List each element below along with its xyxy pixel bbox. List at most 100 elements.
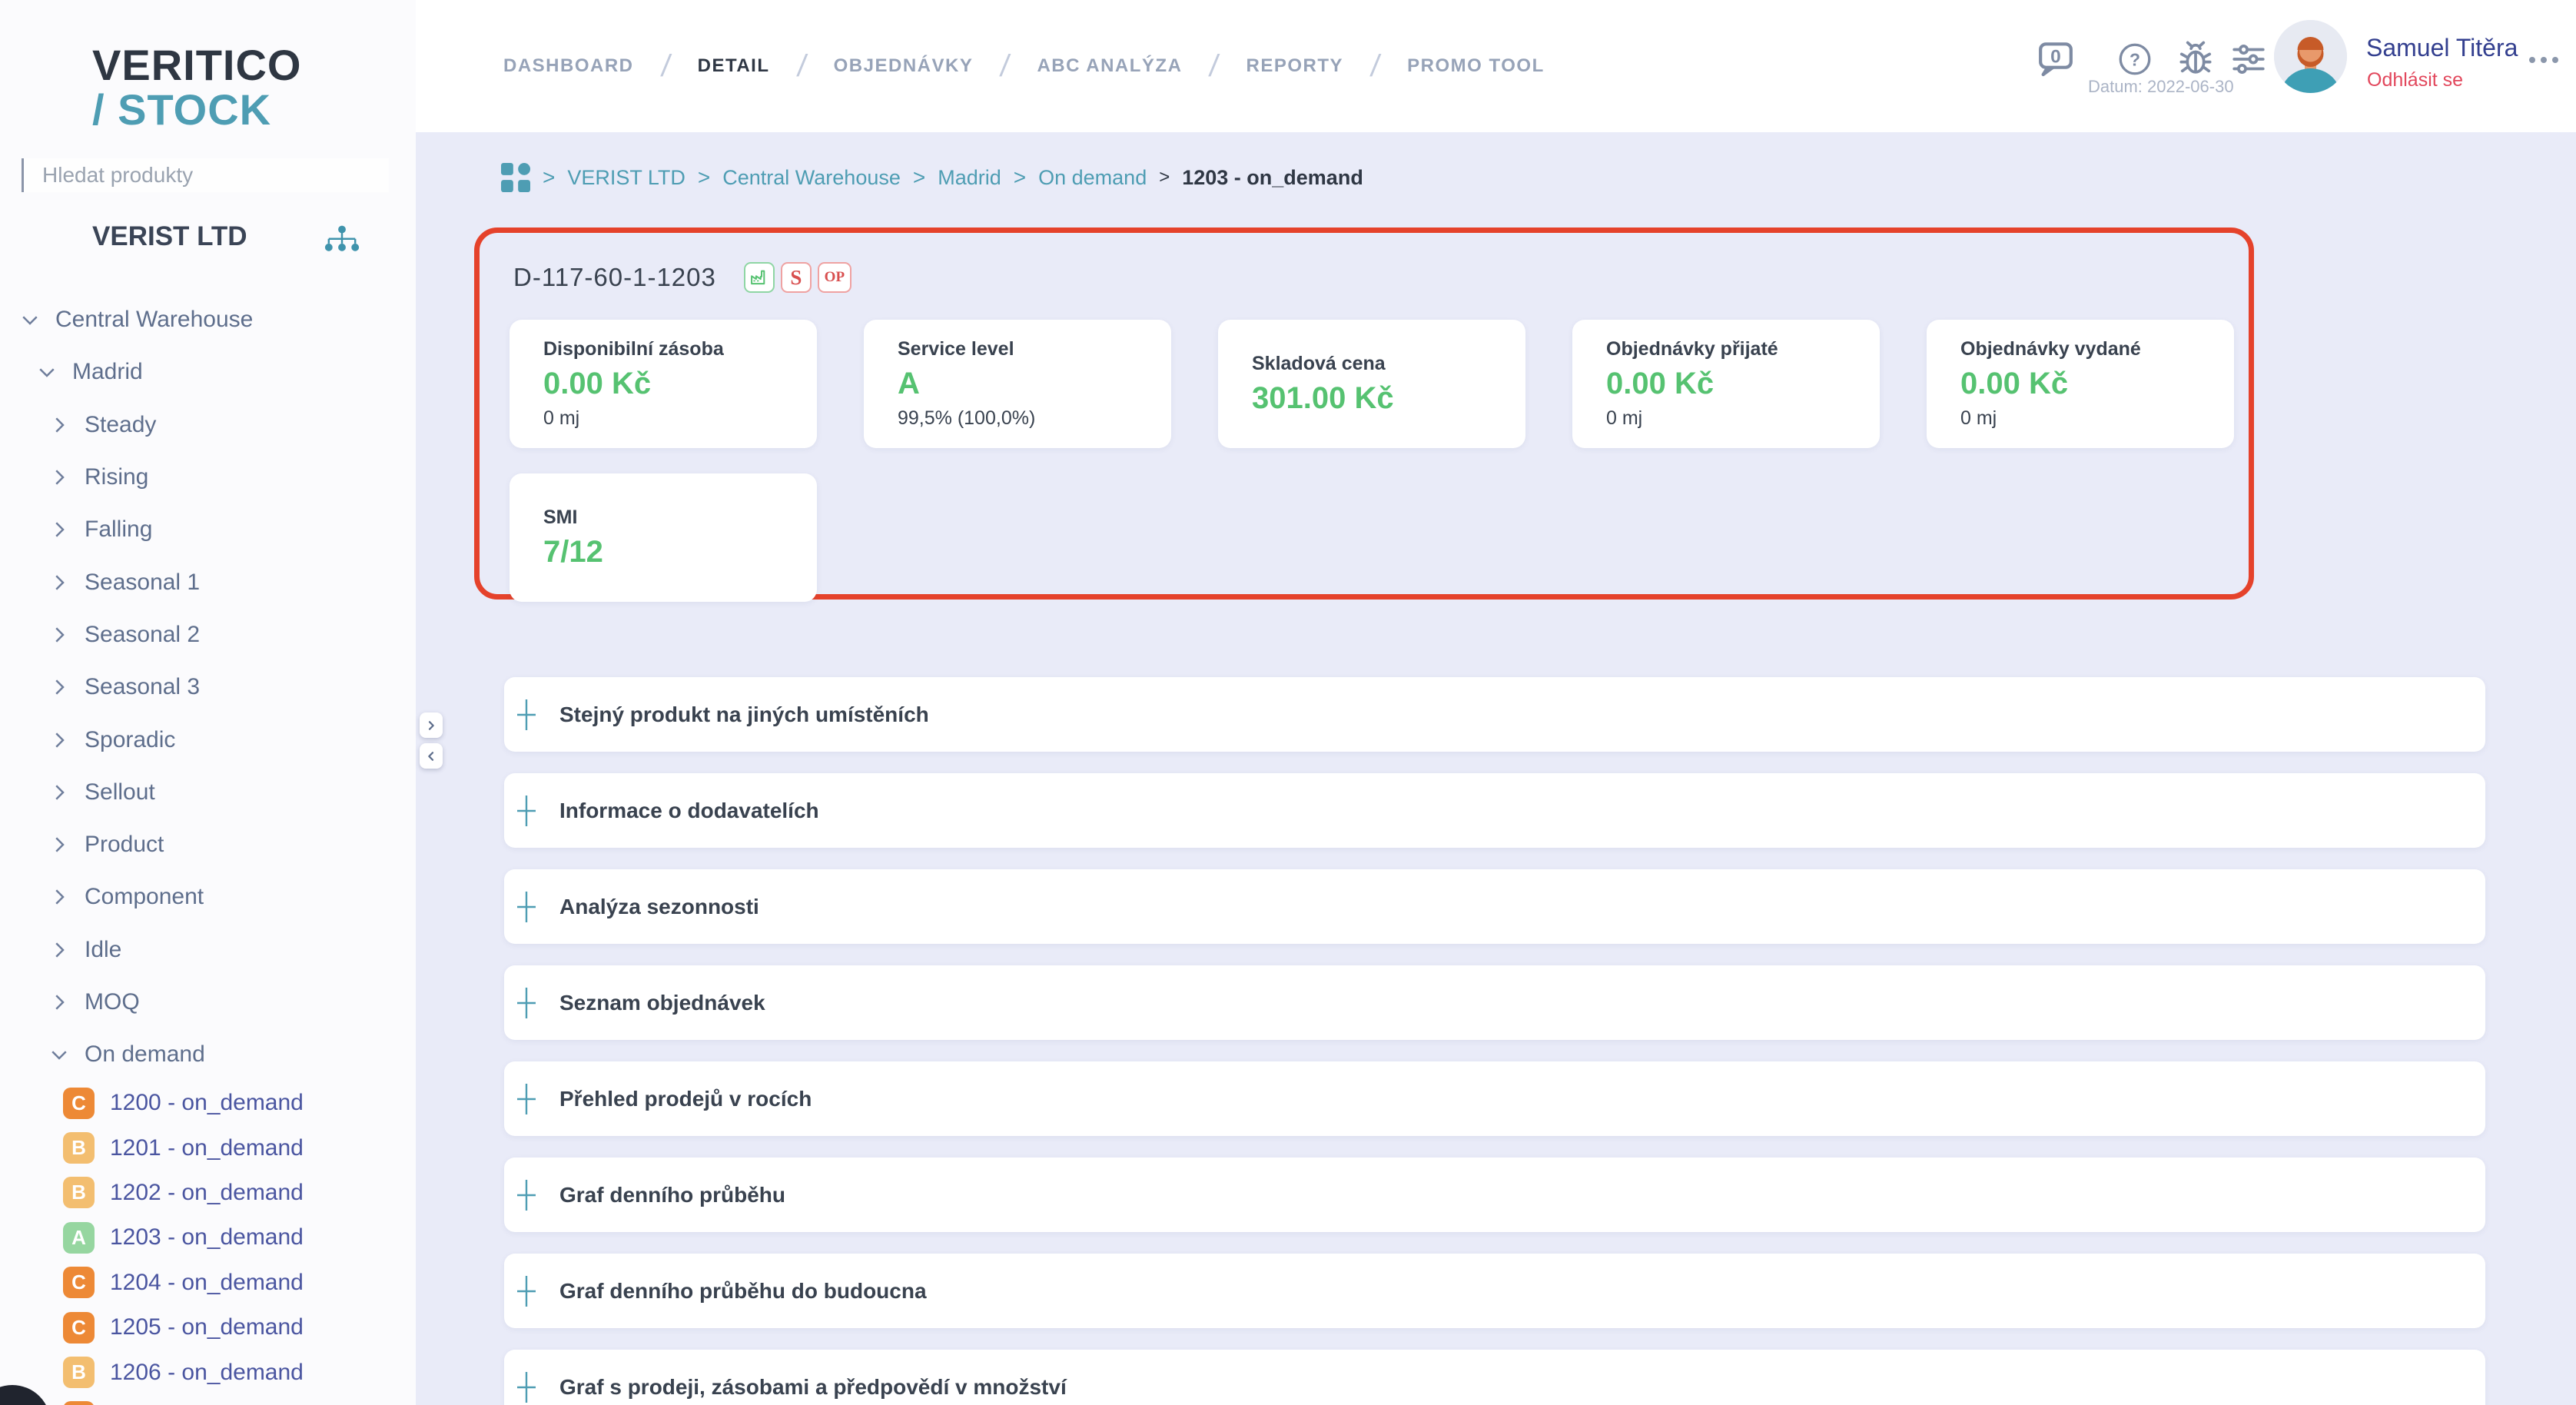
tree-item-label: Component (85, 884, 204, 910)
tree-item-sellout[interactable]: Sellout (0, 766, 416, 819)
org-hierarchy-icon[interactable] (321, 224, 363, 259)
tree-item-rising[interactable]: Rising (0, 451, 416, 503)
factory-badge-icon[interactable] (744, 262, 775, 293)
logout-link[interactable]: Odhlásit se (2367, 69, 2463, 91)
nav-divider: / (659, 49, 672, 84)
abc-grade-badge: C (63, 1267, 95, 1298)
kpi-sub: 0 mj (1606, 407, 1880, 430)
tree-item-product[interactable]: Product (0, 819, 416, 871)
section-analyza-sezonnosti[interactable]: Analýza sezonnosti (504, 869, 2485, 944)
grid-icon[interactable] (501, 163, 530, 192)
chevron-right-icon (48, 466, 71, 489)
tree-item-label: Seasonal 3 (85, 674, 200, 700)
chevron-right-icon (48, 729, 71, 752)
product-item-1204[interactable]: C 1204 - on_demand (0, 1261, 416, 1305)
tree-item-falling[interactable]: Falling (0, 503, 416, 556)
kpi-service-level: Service level A 99,5% (100,0%) (864, 320, 1171, 448)
kpi-sub: 99,5% (100,0%) (898, 407, 1171, 430)
nav-dashboard[interactable]: DASHBOARD (503, 55, 634, 77)
kpi-value: A (898, 367, 1171, 401)
kpi-objednavky-vydane: Objednávky vydané 0.00 Kč 0 mj (1927, 320, 2234, 448)
product-code: D-117-60-1-1203 (513, 263, 716, 292)
panel-expand-button[interactable] (420, 712, 443, 738)
tree-item-seasonal-3[interactable]: Seasonal 3 (0, 661, 416, 713)
tree-item-label: Idle (85, 937, 121, 963)
product-item-1203[interactable]: A 1203 - on_demand (0, 1215, 416, 1260)
kpi-value: 7/12 (543, 535, 817, 570)
nav-objednavky[interactable]: OBJEDNÁVKY (834, 55, 974, 77)
kpi-skladova-cena: Skladová cena 301.00 Kč (1218, 320, 1525, 448)
panel-collapse-button[interactable] (420, 743, 443, 769)
section-seznam-objednavek[interactable]: Seznam objednávek (504, 965, 2485, 1040)
kpi-objednavky-prijate: Objednávky přijaté 0.00 Kč 0 mj (1572, 320, 1880, 448)
tree-item-label: Sellout (85, 779, 155, 805)
section-graf-denniho-prubehu[interactable]: Graf denního průběhu (504, 1158, 2485, 1232)
sidebar: VERITICO / STOCK VERIST LTD Central Ware… (0, 0, 416, 1405)
search-input[interactable] (22, 158, 389, 192)
tree-item-label: Falling (85, 516, 152, 543)
tree-item-label: Sporadic (85, 727, 175, 753)
tree-item-on-demand[interactable]: On demand (0, 1028, 416, 1081)
tree-item-label: On demand (85, 1041, 205, 1068)
nav-reporty[interactable]: REPORTY (1247, 55, 1344, 77)
notifications-icon[interactable]: 0 (2034, 37, 2077, 84)
product-item-1207[interactable]: C 1207 - on_demand (0, 1395, 416, 1405)
filter-settings-icon[interactable] (2229, 40, 2268, 82)
section-stejny-produkt[interactable]: Stejný produkt na jiných umístěních (504, 677, 2485, 752)
kpi-label: Objednávky vydané (1960, 338, 2234, 360)
kpi-smi: SMI 7/12 (510, 473, 817, 602)
s-flag-badge[interactable]: S (781, 262, 812, 293)
app-logo: VERITICO / STOCK (92, 43, 301, 132)
tree-item-madrid[interactable]: Madrid (0, 346, 416, 398)
logo-line1: VERITICO (92, 43, 301, 88)
product-item-1201[interactable]: B 1201 - on_demand (0, 1125, 416, 1170)
abc-grade-badge: B (63, 1177, 95, 1208)
plus-icon (515, 1370, 538, 1405)
tree-item-steady[interactable]: Steady (0, 399, 416, 451)
tree-item-label: Seasonal 1 (85, 570, 200, 596)
breadcrumb: > VERIST LTD > Central Warehouse > Madri… (501, 163, 1363, 192)
breadcrumb-current: 1203 - on_demand (1182, 166, 1363, 190)
product-item-1200[interactable]: C 1200 - on_demand (0, 1081, 416, 1125)
breadcrumb-link-company[interactable]: VERIST LTD (567, 166, 685, 190)
tree-item-seasonal-2[interactable]: Seasonal 2 (0, 609, 416, 661)
user-name[interactable]: Samuel Titěra (2366, 34, 2518, 62)
product-item-1202[interactable]: B 1202 - on_demand (0, 1171, 416, 1215)
more-menu-icon[interactable] (2529, 57, 2558, 63)
tree-item-sporadic[interactable]: Sporadic (0, 713, 416, 766)
chevron-right-icon (48, 938, 71, 962)
tree-item-component[interactable]: Component (0, 871, 416, 923)
chevron-down-icon (48, 1043, 71, 1066)
section-graf-do-budoucna[interactable]: Graf denního průběhu do budoucna (504, 1254, 2485, 1328)
section-graf-s-prodeji[interactable]: Graf s prodeji, zásobami a předpovědí v … (504, 1350, 2485, 1405)
nav-abc-analyza[interactable]: ABC ANALÝZA (1037, 55, 1182, 77)
breadcrumb-link-category[interactable]: On demand (1038, 166, 1147, 190)
op-flag-badge[interactable]: OP (818, 262, 851, 293)
nav-detail[interactable]: DETAIL (698, 55, 770, 77)
product-item-1206[interactable]: B 1206 - on_demand (0, 1350, 416, 1394)
kpi-sub: 0 mj (1960, 407, 2234, 430)
location-tree: Central Warehouse Madrid Steady Rising F… (0, 294, 416, 1081)
breadcrumb-link-city[interactable]: Madrid (938, 166, 1001, 190)
tree-item-central-warehouse[interactable]: Central Warehouse (0, 294, 416, 346)
nav-promo-tool[interactable]: PROMO TOOL (1407, 55, 1545, 77)
help-icon[interactable]: ? (2116, 40, 2154, 82)
tree-item-idle[interactable]: Idle (0, 924, 416, 976)
breadcrumb-separator: > (1014, 165, 1026, 190)
chevron-right-icon (48, 518, 71, 541)
tree-item-label: Madrid (72, 359, 143, 385)
tree-item-moq[interactable]: MOQ (0, 976, 416, 1028)
breadcrumb-link-warehouse[interactable]: Central Warehouse (722, 166, 901, 190)
abc-grade-badge: B (63, 1357, 95, 1388)
tree-item-seasonal-1[interactable]: Seasonal 1 (0, 556, 416, 608)
section-prehled-prodeju[interactable]: Přehled prodejů v rocích (504, 1061, 2485, 1136)
section-informace-o-dodavatelich[interactable]: Informace o dodavatelích (504, 773, 2485, 848)
kpi-value: 0.00 Kč (1606, 367, 1880, 401)
product-header: D-117-60-1-1203 S OP (513, 262, 851, 293)
abc-grade-badge: C (63, 1401, 95, 1405)
user-avatar[interactable] (2274, 20, 2347, 93)
kpi-value: 0.00 Kč (1960, 367, 2234, 401)
plus-icon (515, 1177, 538, 1213)
product-item-1205[interactable]: C 1205 - on_demand (0, 1305, 416, 1350)
plus-icon (515, 1081, 538, 1117)
